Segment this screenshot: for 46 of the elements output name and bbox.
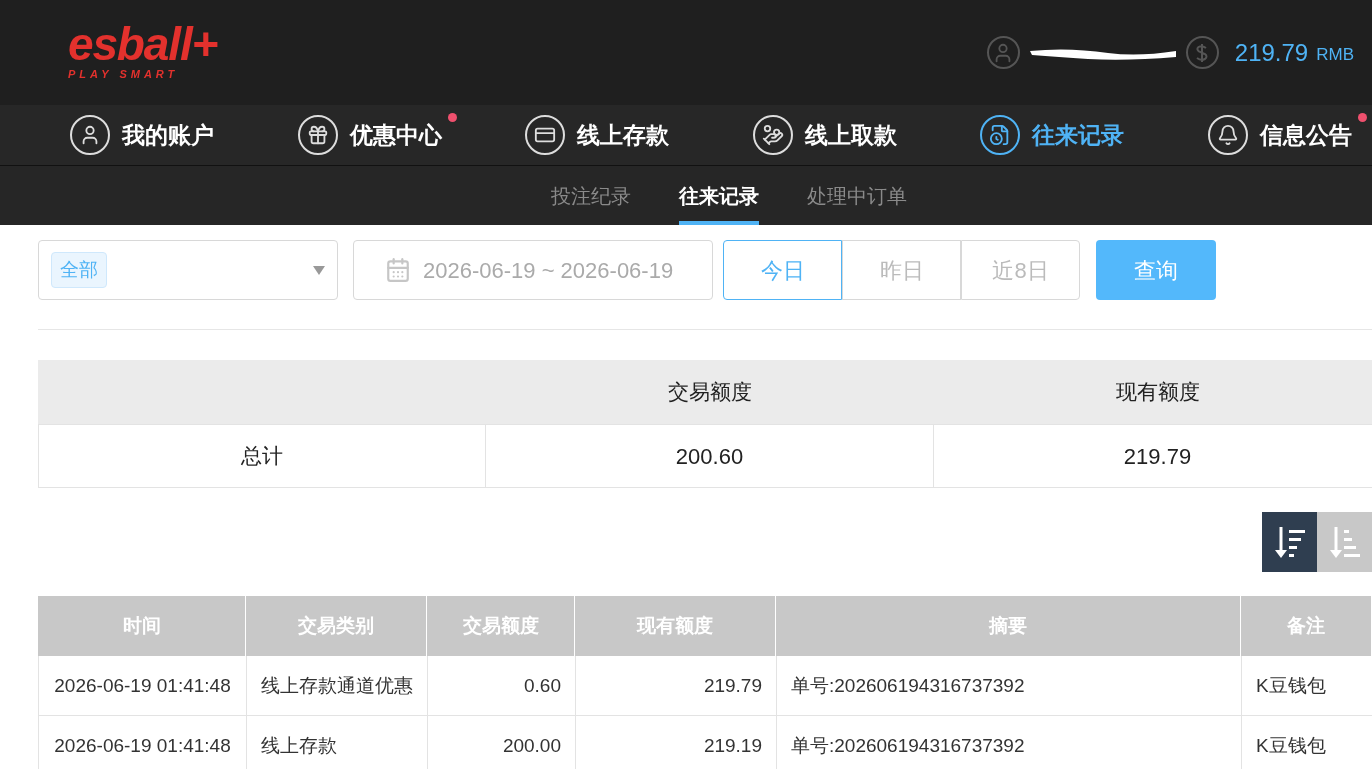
nav-item[interactable]: 优惠中心: [297, 115, 442, 155]
avatar-icon: [986, 36, 1020, 69]
table-cell: 线上存款: [247, 716, 428, 769]
table-cell: 219.19: [576, 716, 777, 769]
currency-label: RMB: [1316, 43, 1354, 66]
selected-tag: 全部: [51, 251, 107, 289]
dropdown-arrow-icon: [313, 265, 325, 275]
nav-item[interactable]: 线上存款: [525, 115, 670, 155]
date-range-button[interactable]: 今日: [723, 240, 842, 300]
column-header: 现有额度: [1115, 379, 1201, 406]
nav-item[interactable]: 线上取款: [752, 115, 897, 155]
table-cell: 2026-06-19 01:41:48: [39, 656, 247, 715]
table-cell: K豆钱包: [1242, 716, 1372, 769]
logo-wordmark: esball+: [68, 22, 218, 67]
table-cell: 单号:202606194316737392: [777, 656, 1242, 715]
nav-item[interactable]: 我的账户: [70, 115, 214, 155]
table-cell: 总计: [39, 425, 486, 487]
table-cell: 200.60: [486, 425, 934, 487]
date-range-field[interactable]: 2026-06-19 ~ 2026-06-19: [353, 240, 713, 300]
nav-item[interactable]: 信息公告: [1207, 115, 1352, 155]
logo-tagline: PLAY SMART: [68, 67, 180, 83]
gift-icon: [297, 115, 338, 155]
table-cell: K豆钱包: [1242, 656, 1372, 715]
person-icon: [70, 115, 110, 155]
coin-hand-icon: [752, 115, 793, 155]
table-cell: 单号:202606194316737392: [777, 716, 1242, 769]
calendar-icon: [385, 257, 411, 283]
table-cell: 219.79: [934, 425, 1372, 487]
sort-button[interactable]: [1262, 512, 1317, 572]
sort-ascending-icon: [1329, 524, 1360, 560]
table-cell: 2026-06-19 01:41:48: [39, 716, 247, 769]
logo[interactable]: esball+ PLAY SMART: [68, 22, 218, 83]
table-cell: 200.00: [428, 716, 576, 769]
dollar-icon: [1185, 36, 1219, 69]
bell-icon: [1207, 115, 1248, 155]
sort-descending-icon: [1274, 524, 1305, 560]
sub-tab[interactable]: 往来记录: [679, 166, 759, 225]
nav-item[interactable]: 往来记录: [980, 115, 1125, 155]
table-cell: 219.79: [576, 656, 777, 715]
table-cell: 0.60: [428, 656, 576, 715]
balance-amount: 219.79: [1234, 37, 1309, 68]
table-cell: 线上存款通道优惠: [247, 656, 428, 715]
document-clock-icon: [980, 115, 1021, 155]
sub-tab[interactable]: 处理中订单: [807, 166, 907, 225]
column-header: 交易额度: [667, 379, 753, 406]
sub-tab[interactable]: 投注纪录: [551, 166, 631, 225]
